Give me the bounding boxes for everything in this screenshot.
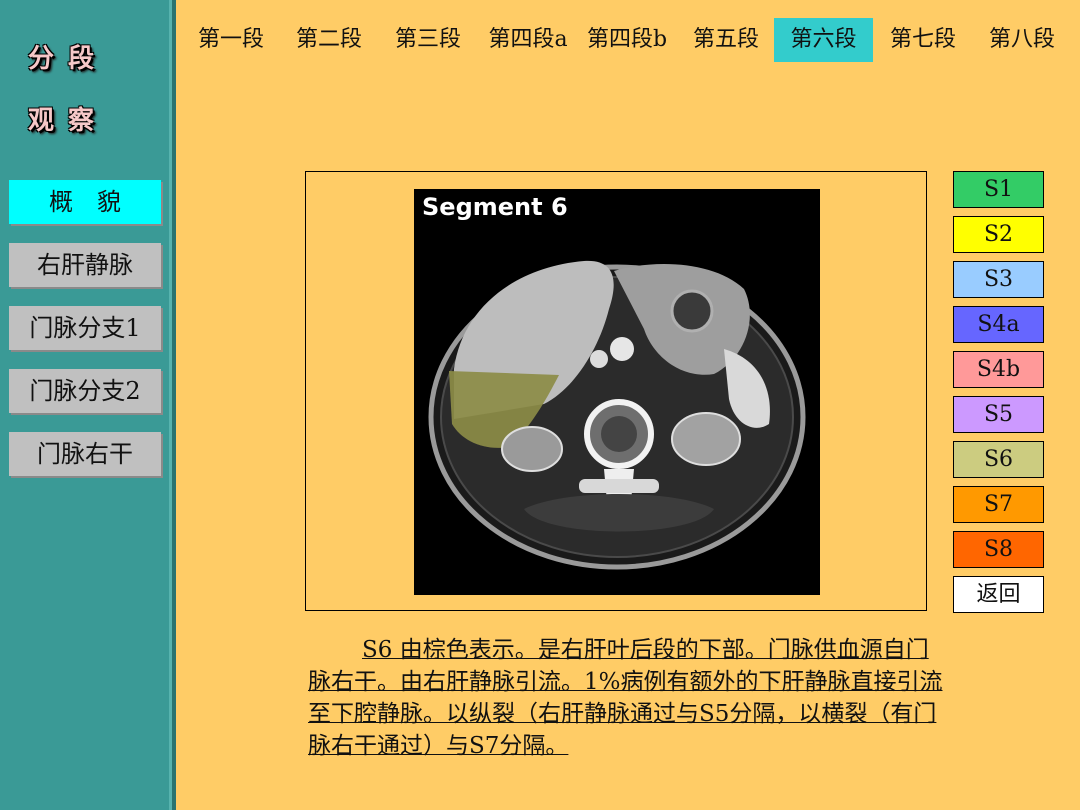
tab-segment-5[interactable]: 第五段	[681, 18, 771, 62]
segment-button-s5[interactable]: S5	[953, 396, 1044, 433]
logo: 分段 观察	[28, 28, 158, 152]
sidebar-item-portal-branch-2[interactable]: 门脉分支2	[9, 369, 161, 413]
segment-button-s4b[interactable]: S4b	[953, 351, 1044, 388]
logo-line-1: 分段	[28, 44, 109, 74]
tab-segment-8[interactable]: 第八段	[977, 18, 1067, 62]
sidebar-item-right-hepatic-vein[interactable]: 右肝静脉	[9, 243, 161, 287]
sidebar-item-right-portal-trunk[interactable]: 门脉右干	[9, 432, 161, 476]
ct-scan-image: Segment 6	[414, 189, 820, 595]
sidebar-item-portal-branch-1[interactable]: 门脉分支1	[9, 306, 161, 350]
tab-segment-4b[interactable]: 第四段b	[579, 18, 675, 62]
tab-segment-1[interactable]: 第一段	[186, 18, 276, 62]
tab-segment-3[interactable]: 第三段	[383, 18, 473, 62]
segment-button-s6[interactable]: S6	[953, 441, 1044, 478]
ct-image-title: Segment 6	[422, 193, 568, 221]
logo-line-2: 观察	[28, 106, 109, 136]
sidebar: 分段 观察 概 貌 右肝静脉 门脉分支1 门脉分支2 门脉右干	[0, 0, 176, 810]
sidebar-item-overview[interactable]: 概 貌	[9, 180, 161, 224]
tab-segment-4a[interactable]: 第四段a	[480, 18, 576, 62]
ct-scan-graphic	[428, 260, 806, 570]
segment-button-s1[interactable]: S1	[953, 171, 1044, 208]
tab-segment-2[interactable]: 第二段	[284, 18, 374, 62]
back-button[interactable]: 返回	[953, 576, 1044, 613]
segment-button-s8[interactable]: S8	[953, 531, 1044, 568]
tab-segment-6[interactable]: 第六段	[774, 18, 873, 62]
segment-description: S6 由棕色表示。是右肝叶后段的下部。门脉供血源自门脉右干。由右肝静脉引流。1%…	[308, 637, 943, 759]
segment-button-s2[interactable]: S2	[953, 216, 1044, 253]
tab-segment-7[interactable]: 第七段	[878, 18, 968, 62]
segment-button-s7[interactable]: S7	[953, 486, 1044, 523]
segment-button-s3[interactable]: S3	[953, 261, 1044, 298]
segment-button-s4a[interactable]: S4a	[953, 306, 1044, 343]
